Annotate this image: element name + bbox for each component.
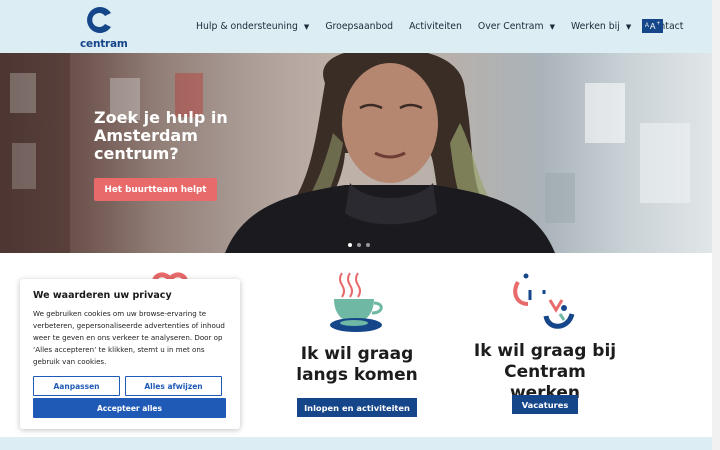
- nav-item-activiteiten[interactable]: Activiteiten: [409, 21, 462, 32]
- nav-item-groepsaanbod[interactable]: Groepsaanbod: [325, 21, 393, 32]
- smiley-face-icon: [513, 273, 575, 329]
- buurtteam-button[interactable]: Het buurtteam helpt: [94, 178, 217, 201]
- reject-all-button[interactable]: Alles afwijzen: [125, 376, 222, 396]
- cookie-title: We waarderen uw privacy: [33, 290, 172, 301]
- chevron-down-icon: ▼: [303, 22, 310, 31]
- accept-all-button[interactable]: Accepteer alles: [33, 398, 226, 418]
- footer-band: [0, 437, 712, 450]
- nav-label: Activiteiten: [409, 21, 462, 32]
- font-size-button[interactable]: A A +: [642, 19, 663, 33]
- slider-dot[interactable]: [357, 243, 361, 247]
- hero-person-image: [225, 53, 555, 253]
- main-nav: Hulp & ondersteuning ▼ Groepsaanbod Acti…: [196, 0, 699, 53]
- slider-dot[interactable]: [366, 243, 370, 247]
- customize-cookies-button[interactable]: Aanpassen: [33, 376, 120, 396]
- chevron-down-icon: ▼: [549, 22, 555, 31]
- cookie-text: We gebruiken cookies om uw browse-ervari…: [33, 309, 225, 367]
- site-header: centram Hulp & ondersteuning ▼ Groepsaan…: [0, 0, 712, 53]
- nav-label: Hulp & ondersteuning: [196, 21, 298, 32]
- font-large-label: A: [649, 21, 656, 31]
- nav-item-hulp[interactable]: Hulp & ondersteuning ▼: [196, 21, 309, 32]
- cookie-consent-banner: We waarderen uw privacy We gebruiken coo…: [20, 279, 240, 429]
- slider-dots: [348, 243, 370, 247]
- nav-label: Over Centram: [477, 21, 544, 32]
- hero-banner: Zoek je hulp in Amsterdam centrum? Het b…: [0, 53, 712, 253]
- font-plus-label: +: [656, 21, 661, 27]
- hero-title: Zoek je hulp in Amsterdam centrum?: [94, 108, 228, 163]
- nav-item-werken-bij[interactable]: Werken bij ▼: [571, 21, 631, 32]
- slider-dot[interactable]: [348, 243, 352, 247]
- card-title-langs-komen: Ik wil graag langs komen: [296, 344, 418, 385]
- centram-logo[interactable]: centram: [80, 4, 128, 50]
- nav-label: Groepsaanbod: [325, 21, 394, 32]
- page-scrollbar[interactable]: [712, 0, 720, 450]
- logo-c-icon: [87, 7, 111, 34]
- logo-text: centram: [80, 38, 128, 50]
- font-small-label: A: [644, 23, 649, 29]
- nav-label: Werken bij: [570, 21, 620, 32]
- vacatures-button[interactable]: Vacatures: [512, 395, 578, 414]
- inlopen-activiteiten-button[interactable]: Inlopen en activiteiten: [297, 398, 417, 417]
- chevron-down-icon: ▼: [625, 22, 632, 31]
- nav-item-over-centram[interactable]: Over Centram ▼: [478, 21, 555, 32]
- coffee-cup-icon: [330, 272, 383, 332]
